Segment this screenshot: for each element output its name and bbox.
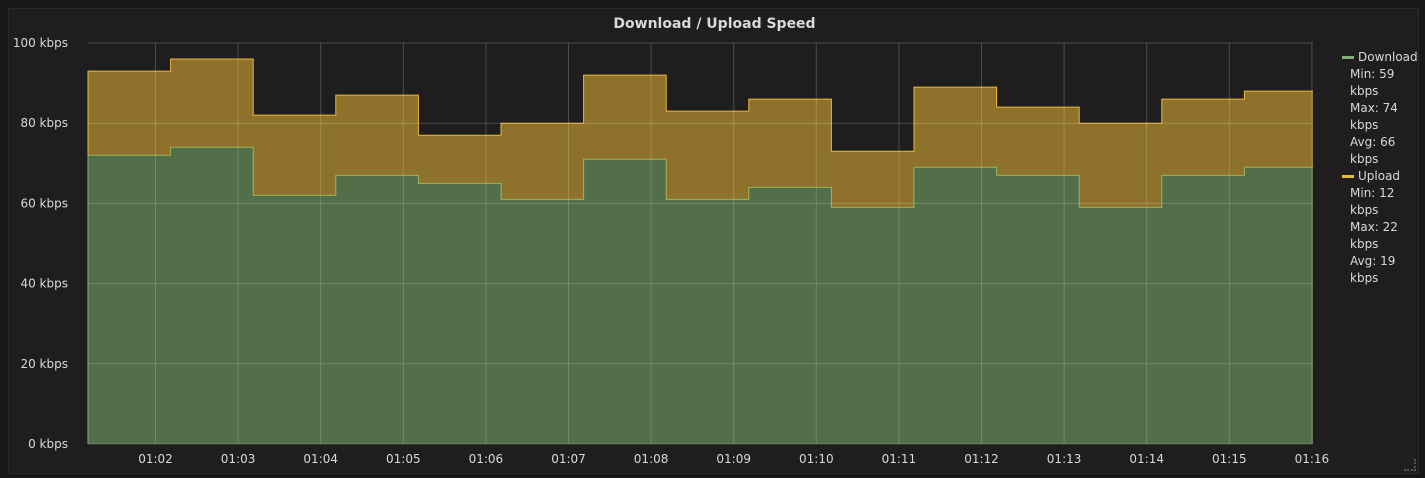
chart-canvas: 0 kbps 20 kbps 40 kbps 60 kbps 80 kbps 100 kb… — [13, 36, 1330, 466]
y-tick-label: 0 kbps — [28, 437, 68, 451]
upload-area — [88, 59, 1313, 208]
x-tick-label: 01:10 — [799, 452, 834, 466]
y-tick-label: 80 kbps — [20, 116, 68, 130]
x-tick-label: 01:04 — [303, 452, 338, 466]
x-tick-label: 01:06 — [469, 452, 504, 466]
x-tick-label: 01:14 — [1129, 452, 1164, 466]
y-tick-label: 100 kbps — [13, 36, 68, 50]
x-tick-label: 01:16 — [1295, 452, 1330, 466]
x-tick-label: 01:12 — [964, 452, 999, 466]
y-tick-label: 40 kbps — [20, 277, 68, 291]
y-tick-label: 20 kbps — [20, 357, 68, 371]
x-tick-label: 01:15 — [1212, 452, 1247, 466]
x-tick-label: 01:02 — [138, 452, 173, 466]
x-tick-label: 01:13 — [1047, 452, 1082, 466]
x-tick-label: 01:08 — [634, 452, 669, 466]
y-tick-label: 60 kbps — [20, 196, 68, 210]
x-tick-label: 01:03 — [221, 452, 256, 466]
x-tick-label: 01:05 — [386, 452, 421, 466]
x-tick-label: 01:09 — [716, 452, 751, 466]
x-tick-label: 01:07 — [551, 452, 586, 466]
x-tick-label: 01:11 — [882, 452, 917, 466]
